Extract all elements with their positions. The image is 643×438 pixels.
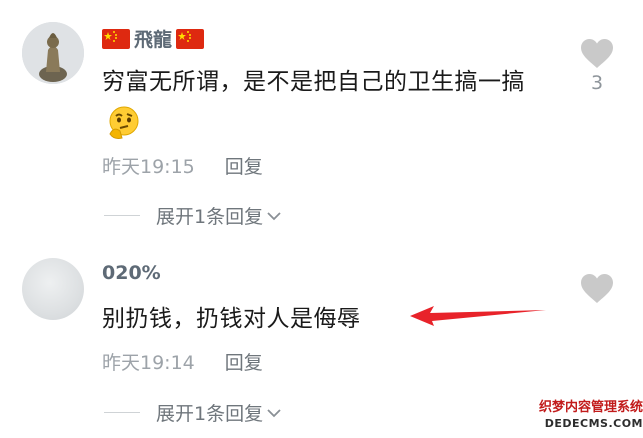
expand-replies-label: 展开1条回复 <box>156 206 264 228</box>
divider-line <box>104 412 140 413</box>
timestamp: 昨天19:15 <box>102 156 195 178</box>
avatar[interactable] <box>22 22 84 84</box>
timestamp: 昨天19:14 <box>102 352 195 374</box>
divider-line <box>104 215 140 216</box>
reply-button[interactable]: 回复 <box>225 152 263 179</box>
chevron-down-icon <box>267 408 281 417</box>
expand-replies-button[interactable]: 展开1条回复 <box>104 202 282 229</box>
comment-text: 别扔钱，扔钱对人是侮辱 <box>102 299 422 339</box>
reply-button[interactable]: 回复 <box>225 348 263 375</box>
china-flag-icon <box>102 28 130 49</box>
watermark-line1: 织梦内容管理系统 <box>538 400 643 415</box>
thinking-emoji-icon <box>109 106 139 139</box>
watermark-line2: DEDECMS.COM <box>544 417 643 430</box>
heart-icon[interactable] <box>580 38 614 70</box>
comment-meta: 昨天19:15 回复 <box>102 152 263 179</box>
red-arrow-annotation <box>410 306 546 326</box>
chevron-down-icon <box>267 211 281 220</box>
comment-text-content: 穷富无所谓，是不是把自己的卫生搞一搞 <box>102 69 525 95</box>
avatar[interactable] <box>22 258 84 320</box>
watermark: 织梦内容管理系统 DEDECMS.COM <box>520 400 643 432</box>
comment-text: 穷富无所谓，是不是把自己的卫生搞一搞 <box>102 62 542 142</box>
comment-meta: 昨天19:14 回复 <box>102 348 263 375</box>
username-text: 020% <box>102 262 161 284</box>
heart-icon[interactable] <box>580 273 614 305</box>
comment-text-content: 别扔钱，扔钱对人是侮辱 <box>102 306 361 332</box>
username-text: 飛龍 <box>134 29 173 51</box>
china-flag-icon <box>176 28 205 49</box>
expand-replies-button[interactable]: 展开1条回复 <box>104 399 282 426</box>
username[interactable]: 飛龍 <box>102 25 205 52</box>
comment-item: 飛龍 穷富无所谓，是不是把自己的卫生搞一搞 昨天19:15 回复 展开1条回复 <box>0 0 643 240</box>
username[interactable]: 020% <box>102 262 161 284</box>
expand-replies-label: 展开1条回复 <box>156 403 264 425</box>
like-count: 3 <box>590 72 604 94</box>
